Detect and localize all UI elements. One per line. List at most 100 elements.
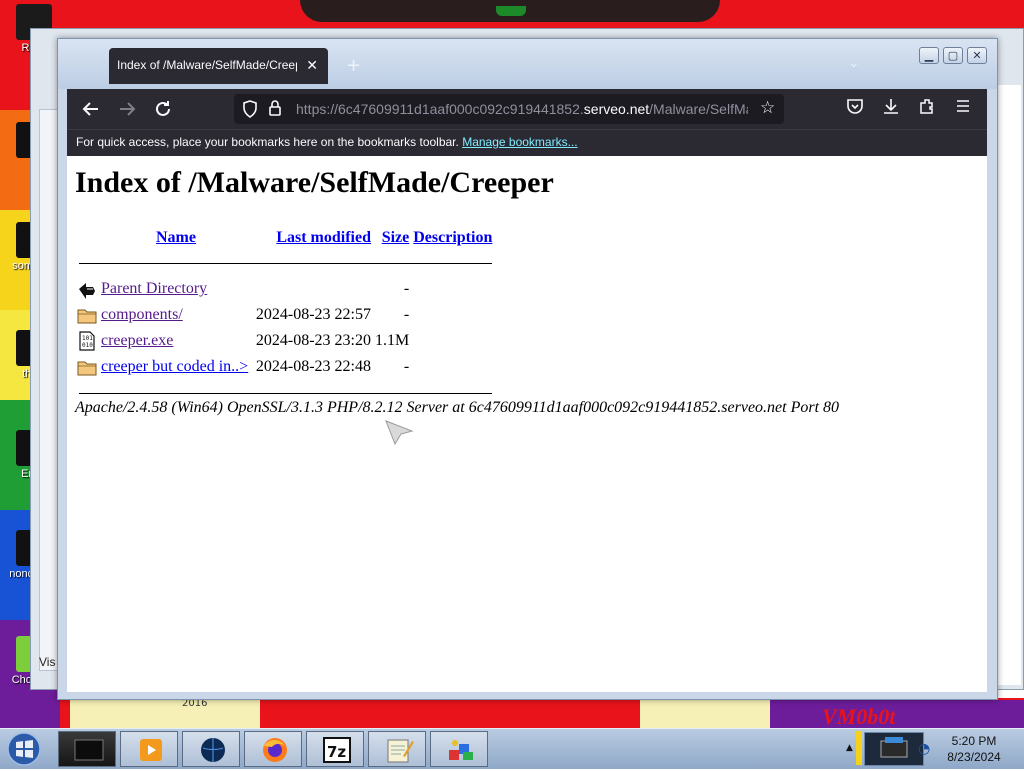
7zip-icon: 7z xyxy=(323,737,351,763)
minimize-button[interactable]: ▁ xyxy=(919,47,939,64)
row-modified-cell: 2024-08-23 22:48 xyxy=(255,358,371,375)
parent-directory-link[interactable]: Parent Directory xyxy=(101,280,207,297)
windows-start-orb-icon xyxy=(7,732,41,766)
clock-time: 5:20 PM xyxy=(951,734,997,748)
forward-button[interactable] xyxy=(115,97,139,121)
7zip-label: 7z xyxy=(327,743,346,761)
tab-title: Index of /Malware/SelfMade/Creeper xyxy=(117,58,297,72)
start-button[interactable] xyxy=(4,730,44,768)
row-size-cell: - xyxy=(403,280,410,297)
url-bar[interactable]: https://6c47609911d1aaf000c092c919441852… xyxy=(234,94,784,124)
download-icon xyxy=(884,99,898,114)
table-row: 101 010 creeper.exe 2024-08-23 23:20 1.1M xyxy=(75,328,494,354)
svg-text:101: 101 xyxy=(82,335,93,342)
row-icon-cell xyxy=(75,276,99,302)
table-row: Parent Directory - xyxy=(75,276,494,302)
back-button[interactable] xyxy=(79,97,103,121)
sort-by-description-link[interactable]: Description xyxy=(413,229,492,246)
sort-by-last-modified-link[interactable]: Last modified xyxy=(276,229,371,246)
directory-listing-table: Name Last modified Size Description Pare… xyxy=(75,226,494,406)
tab-close-icon[interactable]: ✕ xyxy=(306,57,318,74)
tab-list-chevron-icon[interactable]: ⌄ xyxy=(848,55,860,71)
hamburger-menu-icon xyxy=(957,100,969,112)
creeper-but-coded-in-folder-link[interactable]: creeper but coded in..> xyxy=(101,358,248,375)
reload-icon xyxy=(156,101,170,116)
sort-by-size-link[interactable]: Size xyxy=(382,229,410,246)
bookmarks-hint: For quick access, place your bookmarks h… xyxy=(76,135,459,149)
minimize-icon: ▁ xyxy=(924,49,934,62)
wallpaper-bottom-shape-b xyxy=(640,700,770,728)
svg-text:010: 010 xyxy=(82,342,93,349)
taskbar-app-7zip[interactable]: 7z xyxy=(306,731,364,767)
name-column-header: Name xyxy=(99,226,253,250)
downloads-button[interactable] xyxy=(879,97,903,121)
taskbar-app-terminal[interactable] xyxy=(58,731,116,767)
row-modified-cell xyxy=(253,276,373,302)
row-size-cell: 1.1M xyxy=(375,332,410,349)
row-name-cell: components/ xyxy=(99,302,253,328)
sort-by-name-link[interactable]: Name xyxy=(156,229,196,246)
taskbar-app-paint[interactable] xyxy=(430,731,488,767)
network-icon[interactable]: ◔ xyxy=(918,741,930,757)
tab-active[interactable]: Index of /Malware/SelfMade/Creeper ✕ xyxy=(109,48,328,84)
firefox-window[interactable]: Index of /Malware/SelfMade/Creeper ✕ + ⌄… xyxy=(57,38,998,700)
lock-icon[interactable] xyxy=(268,99,282,121)
creeper-exe-link[interactable]: creeper.exe xyxy=(101,332,173,349)
puzzle-piece-icon xyxy=(920,99,933,114)
menu-button[interactable] xyxy=(951,97,975,121)
components-folder-link[interactable]: components/ xyxy=(101,306,183,323)
media-player-icon xyxy=(140,739,162,761)
clock[interactable]: 5:20 PM 8/23/2024 xyxy=(930,733,1018,765)
folder-icon xyxy=(77,309,97,324)
show-hidden-icons-icon[interactable]: ▲ xyxy=(846,743,853,753)
reload-button[interactable] xyxy=(151,97,175,121)
divider xyxy=(79,262,493,264)
globe-icon xyxy=(201,738,225,762)
size-column-header: Size xyxy=(373,226,411,250)
taskbar-app-notepad[interactable] xyxy=(368,731,426,767)
wallpaper-bottom-shape-a xyxy=(70,700,260,728)
manage-bookmarks-link[interactable]: Manage bookmarks... xyxy=(462,135,577,149)
bookmark-star-icon[interactable]: ☆ xyxy=(760,98,775,118)
taskbar-app-media-player[interactable] xyxy=(120,731,178,767)
page-content: Index of /Malware/SelfMade/Creeper Name … xyxy=(67,156,987,692)
row-icon-cell xyxy=(75,354,99,380)
table-row: creeper but coded in..> 2024-08-23 22:48… xyxy=(75,354,494,380)
back-icon xyxy=(79,283,95,299)
title-bar[interactable]: Index of /Malware/SelfMade/Creeper ✕ + ⌄… xyxy=(58,39,997,89)
table-header-row: Name Last modified Size Description xyxy=(75,226,494,250)
url-text[interactable]: https://6c47609911d1aaf000c092c919441852… xyxy=(296,101,748,117)
last-modified-column-header: Last modified xyxy=(253,226,373,250)
row-description-cell xyxy=(411,354,494,380)
extensions-button[interactable] xyxy=(915,97,939,121)
new-tab-button[interactable]: + xyxy=(346,55,361,76)
tray-indicator xyxy=(856,731,862,765)
terminal-icon xyxy=(74,739,104,761)
close-icon: ✕ xyxy=(972,49,982,62)
close-window-button[interactable]: ✕ xyxy=(967,47,987,64)
maximize-button[interactable]: ▢ xyxy=(943,47,963,64)
url-prefix: https://6c47609911d1aaf000c092c919441852… xyxy=(296,101,584,117)
folder-icon xyxy=(77,361,97,376)
taskbar-app-globe[interactable] xyxy=(182,731,240,767)
row-name-cell: creeper but coded in..> xyxy=(99,354,253,380)
row-description-cell xyxy=(411,276,494,302)
taskbar-app-firefox[interactable] xyxy=(244,731,302,767)
row-size-cell: - xyxy=(403,358,410,375)
row-modified-cell: 2024-08-23 23:20 xyxy=(255,332,371,349)
row-description-cell xyxy=(411,302,494,328)
row-modified-cell: 2024-08-23 22:57 xyxy=(255,306,371,323)
wallpaper-bottom-purple xyxy=(770,700,1024,728)
page-title: Index of /Malware/SelfMade/Creeper xyxy=(75,166,554,199)
taskbar: 7z ▲ ◔ 5:20 PM 8/23/2024 xyxy=(0,728,1024,769)
maximize-icon: ▢ xyxy=(947,49,959,62)
icon-column-header xyxy=(75,226,99,250)
tracking-protection-shield-icon[interactable] xyxy=(242,100,258,122)
tray-active-app[interactable] xyxy=(864,732,924,766)
background-window-status: Vis xyxy=(39,655,56,669)
pocket-button[interactable] xyxy=(843,97,867,121)
divider xyxy=(79,392,493,394)
paint-icon xyxy=(449,740,473,760)
table-rule xyxy=(75,250,494,276)
notepad-icon xyxy=(387,739,414,763)
